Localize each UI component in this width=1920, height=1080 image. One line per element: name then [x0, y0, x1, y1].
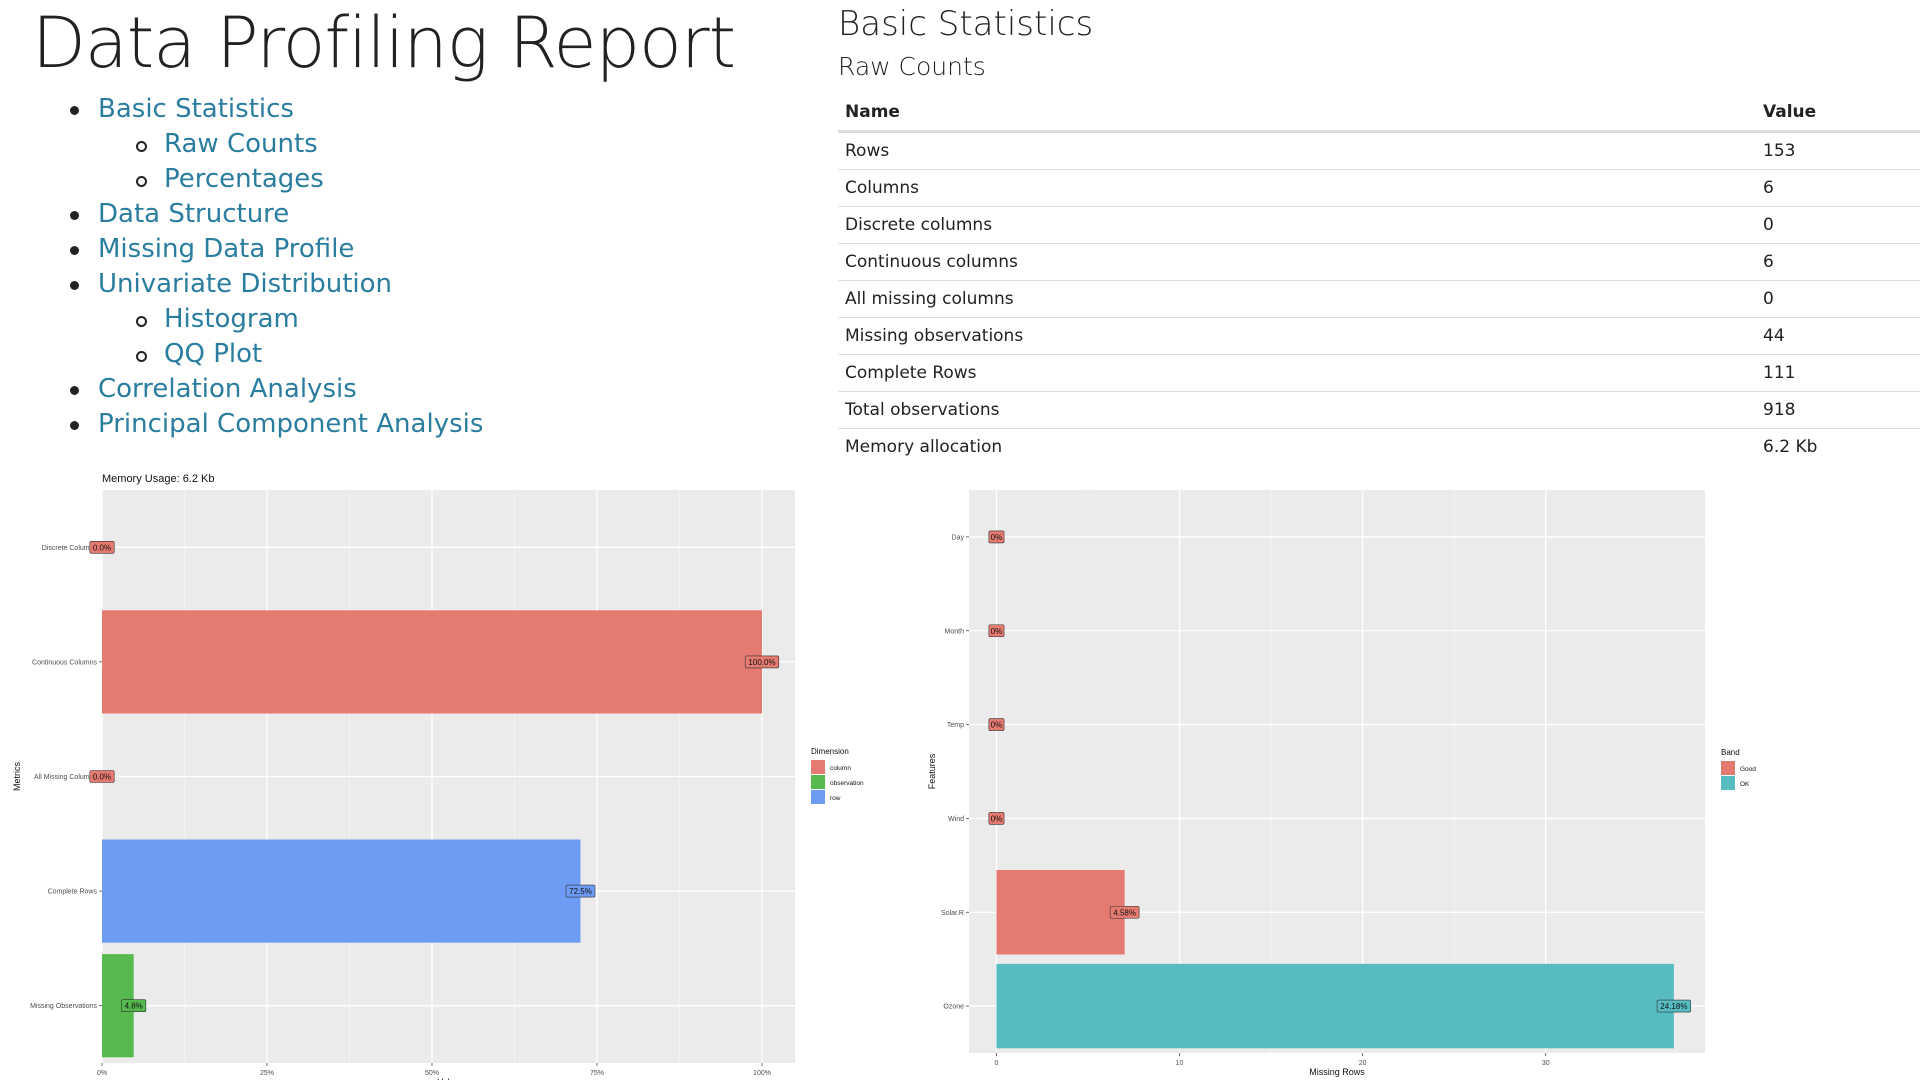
table-row: All missing columns 0 — [838, 280, 1920, 318]
toc-link[interactable]: Data Structure — [62, 197, 483, 232]
metric-value-cell: 111 — [1756, 354, 1920, 392]
x-tick-label: 10 — [1176, 1060, 1184, 1067]
metric-name-cell: Memory allocation — [838, 428, 1756, 465]
column-header-name: Name — [838, 94, 1756, 133]
bar — [996, 870, 1125, 955]
value-label: 0.0% — [93, 543, 111, 552]
toc-link[interactable]: Histogram — [128, 302, 483, 337]
legend-title: Dimension — [811, 747, 849, 756]
metric-name-cell: Rows — [838, 131, 1756, 170]
metric-value-cell: 6 — [1756, 169, 1920, 207]
metric-name-cell: Continuous columns — [838, 243, 1756, 281]
bar — [102, 839, 581, 943]
y-tick-label: Day — [952, 534, 965, 541]
toc-link[interactable]: Principal Component Analysis — [62, 407, 483, 442]
metric-value-cell: 0 — [1756, 280, 1920, 318]
legend-label: OK — [1740, 781, 1750, 788]
value-label: 24.18% — [1660, 1002, 1687, 1011]
x-axis-title: Missing Rows — [1309, 1067, 1365, 1077]
value-label: 72.5% — [569, 887, 592, 896]
value-label: 0.0% — [93, 773, 111, 782]
table-of-contents: Basic Statistics Raw Counts Percentages Dat… — [62, 92, 483, 442]
metric-value-cell: 918 — [1756, 391, 1920, 429]
legend-swatch — [811, 760, 825, 774]
value-label: 0% — [991, 721, 1003, 730]
legend-label: column — [830, 765, 851, 772]
x-tick-label: 50% — [425, 1070, 439, 1077]
x-tick-label: 100% — [753, 1070, 771, 1077]
x-tick-label: 0 — [995, 1060, 999, 1067]
metric-name-cell: Missing observations — [838, 317, 1756, 355]
metric-value-cell: 153 — [1756, 131, 1920, 170]
legend-swatch — [1721, 761, 1735, 775]
bar — [102, 610, 762, 714]
value-label: 0% — [991, 627, 1003, 636]
y-tick-label: Month — [945, 628, 965, 635]
table-row: Columns 6 — [838, 169, 1920, 207]
x-tick-label: 30 — [1542, 1060, 1550, 1067]
table-row: Complete Rows 111 — [838, 354, 1920, 392]
memory-usage-chart: 0% 25% 50% 75% 100% Discrete Columns Continuou… — [12, 473, 864, 1080]
metric-name-cell: Columns — [838, 169, 1756, 207]
bar — [996, 963, 1674, 1049]
y-tick-label: Ozone — [943, 1004, 964, 1011]
value-label: 100.0% — [748, 658, 775, 667]
table-row: Memory allocation 6.2 Kb — [838, 428, 1920, 465]
toc-link[interactable]: Percentages — [128, 162, 483, 197]
table-row: Discrete columns 0 — [838, 206, 1920, 244]
toc-link[interactable]: QQ Plot — [128, 337, 483, 372]
metric-name-cell: Total observations — [838, 391, 1756, 429]
toc-link[interactable]: Raw Counts — [128, 127, 483, 162]
toc-link[interactable]: Basic Statistics — [62, 92, 483, 127]
x-tick-label: 0% — [97, 1070, 107, 1077]
section-heading-raw-counts: Raw Counts — [838, 52, 986, 81]
toc-link[interactable]: Correlation Analysis — [62, 372, 483, 407]
metric-name-cell: Discrete columns — [838, 206, 1756, 244]
metric-value-cell: 0 — [1756, 206, 1920, 244]
legend-swatch — [1721, 776, 1735, 790]
metric-value-cell: 6 — [1756, 243, 1920, 281]
y-axis-title: Metrics — [12, 762, 22, 791]
value-label: 0% — [991, 814, 1003, 823]
missing-data-chart: 0 10 20 30 Day Month Temp Wind Solar.R Ozone 0% 0% 0… — [927, 490, 1756, 1077]
y-tick-label: Solar.R — [941, 910, 964, 917]
x-tick-label: 20 — [1359, 1060, 1367, 1067]
value-label: 4.58% — [1113, 908, 1136, 917]
table-header-row: Name Value — [838, 94, 1920, 133]
metric-value-cell: 44 — [1756, 317, 1920, 355]
x-tick-label: 25% — [260, 1070, 274, 1077]
column-header-value: Value — [1756, 94, 1920, 133]
legend-swatch — [811, 775, 825, 789]
table-row: Total observations 918 — [838, 391, 1920, 429]
y-tick-label: All Missing Columns — [34, 774, 98, 781]
toc-link[interactable]: Univariate Distribution — [62, 267, 483, 302]
y-tick-label: Discrete Columns — [42, 545, 98, 552]
metric-name-cell: Complete Rows — [838, 354, 1756, 392]
toc-link[interactable]: Missing Data Profile — [62, 232, 483, 267]
chart-title: Memory Usage: 6.2 Kb — [102, 473, 215, 485]
table-row: Missing observations 44 — [838, 317, 1920, 355]
y-tick-label: Complete Rows — [48, 889, 98, 896]
legend-swatch — [811, 790, 825, 804]
y-axis-title: Features — [927, 753, 937, 789]
table-row: Rows 153 — [838, 131, 1920, 170]
legend-label: Good — [1740, 766, 1756, 773]
value-label: 4.8% — [125, 1002, 143, 1011]
metric-value-cell: 6.2 Kb — [1756, 428, 1920, 465]
legend-label: observation — [830, 780, 864, 787]
x-tick-label: 75% — [590, 1070, 604, 1077]
legend-title: Band — [1721, 748, 1740, 757]
raw-counts-table: Name Value Rows 153 Columns 6 Discrete colum… — [838, 94, 1920, 465]
legend-label: row — [830, 795, 841, 802]
y-tick-label: Temp — [947, 722, 964, 729]
page-title: Data Profiling Report — [32, 2, 736, 84]
metric-name-cell: All missing columns — [838, 280, 1756, 318]
y-tick-label: Missing Observations — [30, 1003, 97, 1010]
value-label: 0% — [991, 533, 1003, 542]
y-tick-label: Continuous Columns — [32, 659, 97, 666]
y-tick-label: Wind — [948, 816, 964, 823]
table-row: Continuous columns 6 — [838, 243, 1920, 281]
section-heading-basic-statistics: Basic Statistics — [838, 4, 1094, 44]
